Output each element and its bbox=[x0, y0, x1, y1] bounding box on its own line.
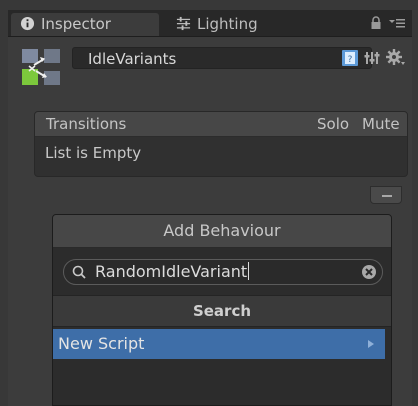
state-name-field[interactable]: IdleVariants bbox=[72, 47, 372, 69]
tab-bar: Inspector Lighting bbox=[8, 10, 412, 37]
tab-lighting-label: Lighting bbox=[197, 15, 258, 33]
tab-lighting[interactable]: Lighting bbox=[168, 13, 288, 36]
search-section-header: Search bbox=[53, 295, 391, 327]
sliders-icon bbox=[176, 16, 191, 31]
context-menu-icon[interactable] bbox=[388, 16, 406, 30]
transitions-header: Transitions Solo Mute bbox=[35, 112, 407, 137]
minus-icon bbox=[382, 195, 392, 197]
animator-state-icon bbox=[22, 49, 60, 85]
search-value: RandomIdleVariant bbox=[95, 262, 248, 281]
add-behaviour-popup: Add Behaviour RandomIdleVariant Search N… bbox=[52, 214, 392, 406]
inspector-header: IdleVariants ? bbox=[8, 37, 412, 101]
search-input-text[interactable]: RandomIdleVariant bbox=[95, 261, 250, 283]
transitions-list: Transitions Solo Mute List is Empty bbox=[34, 111, 408, 177]
mute-column-label: Mute bbox=[362, 115, 400, 133]
lock-icon[interactable] bbox=[369, 16, 383, 30]
remove-transition-button[interactable] bbox=[370, 186, 402, 204]
clear-circle-icon[interactable] bbox=[361, 264, 377, 280]
tab-inspector-label: Inspector bbox=[41, 15, 111, 33]
empty-list-text: List is Empty bbox=[45, 144, 142, 162]
chevron-right-icon bbox=[368, 340, 374, 348]
search-icon bbox=[72, 265, 86, 279]
transitions-title: Transitions bbox=[46, 115, 127, 133]
tab-inspector[interactable]: Inspector bbox=[11, 13, 159, 36]
behaviour-search-field[interactable]: RandomIdleVariant bbox=[63, 259, 383, 285]
gear-icon[interactable] bbox=[386, 49, 406, 67]
state-name-text: IdleVariants bbox=[88, 50, 177, 68]
svg-text:?: ? bbox=[348, 55, 353, 65]
inspector-window: Inspector Lighting IdleVariants ? Transi… bbox=[8, 10, 412, 406]
solo-column-label: Solo bbox=[317, 115, 350, 133]
info-circle-icon bbox=[20, 16, 35, 31]
add-behaviour-title: Add Behaviour bbox=[53, 215, 391, 248]
new-script-item[interactable]: New Script bbox=[53, 329, 385, 359]
help-book-icon[interactable]: ? bbox=[341, 49, 359, 67]
new-script-label: New Script bbox=[58, 334, 145, 353]
text-caret bbox=[248, 262, 250, 280]
preset-icon[interactable] bbox=[364, 50, 380, 66]
